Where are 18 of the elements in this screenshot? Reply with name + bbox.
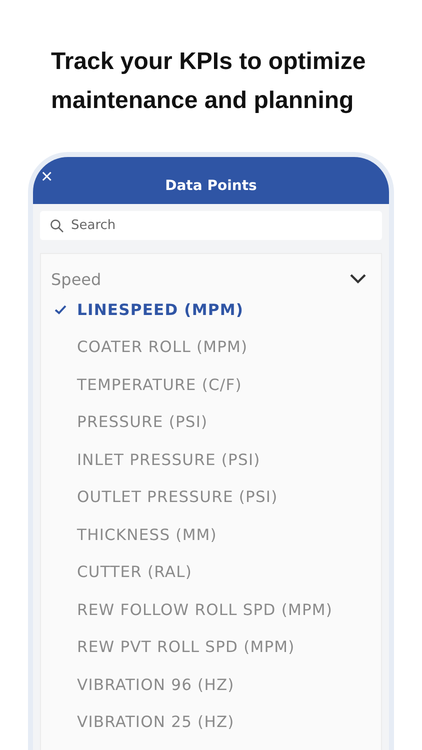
list-item[interactable]: OUTLET PRESSURE (PSI) [41, 478, 381, 516]
close-button[interactable]: × [37, 165, 57, 189]
list-item[interactable]: LINESPEED (MPM) [41, 291, 381, 328]
list-item[interactable]: PRESSURE (PSI) [41, 404, 381, 441]
list-item[interactable]: COATER ROLL (MPM) [41, 328, 381, 366]
list-item[interactable]: REW FOLLOW ROLL SPD (MPM) [41, 591, 381, 628]
list-item[interactable]: TEMPERATURE (C/F) [41, 366, 381, 404]
list-item[interactable]: CUTTER (RAL) [41, 554, 381, 591]
search-field[interactable]: Search [40, 211, 382, 240]
check-icon [54, 304, 67, 316]
chevron-icon [349, 273, 367, 285]
list-item[interactable]: INLET PRESSURE (PSI) [41, 441, 381, 478]
list-item[interactable]: VIBRATION 25 (HZ) [41, 704, 381, 741]
list-item[interactable]: REW PVT ROLL SPD (MPM) [41, 628, 381, 666]
group-header[interactable]: Speed [41, 254, 381, 291]
list-item[interactable]: VIBRATION 96 (HZ) [41, 666, 381, 704]
dialog-title: Data Points [165, 178, 257, 194]
list-item[interactable]: THICKNESS (MM) [41, 516, 381, 554]
